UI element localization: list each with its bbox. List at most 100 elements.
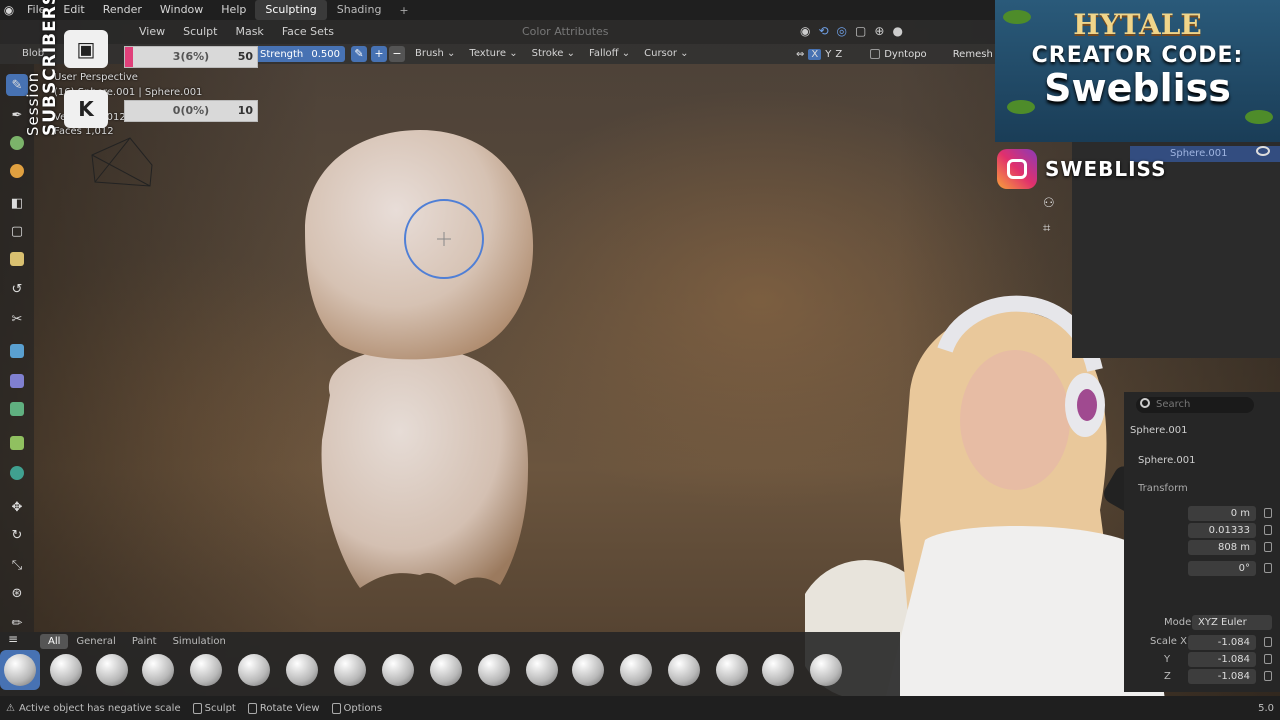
shelf-menu-icon[interactable]: ≡ xyxy=(8,632,18,646)
lock-icon[interactable] xyxy=(1264,654,1272,664)
menu-help[interactable]: Help xyxy=(212,0,255,20)
brush-thumbnail[interactable] xyxy=(378,650,418,690)
brush-thumbnail[interactable] xyxy=(664,650,704,690)
brush-thumbnail[interactable] xyxy=(186,650,226,690)
brush-thumbnail[interactable] xyxy=(234,650,274,690)
brush-thumbnail[interactable] xyxy=(806,650,846,690)
edit-face-set-tool-icon[interactable] xyxy=(6,432,28,454)
strength-label: Strength xyxy=(260,48,304,60)
brush-thumbnail[interactable] xyxy=(426,650,466,690)
menu-render[interactable]: Render xyxy=(94,0,151,20)
brush-thumbnail[interactable] xyxy=(616,650,656,690)
dyntopo-checkbox[interactable] xyxy=(870,49,881,59)
object-name-field[interactable]: Sphere.001 xyxy=(1130,425,1188,436)
camera-view-icon[interactable]: ⚇ xyxy=(1043,196,1055,211)
mesh-filter-tool-icon[interactable] xyxy=(6,340,28,362)
add-direction-button[interactable]: + xyxy=(371,46,387,62)
location-x-field[interactable]: 0 m xyxy=(1188,506,1256,521)
brush-thumbnail[interactable] xyxy=(712,650,752,690)
brush-thumbnail[interactable] xyxy=(92,650,132,690)
lock-icon[interactable] xyxy=(1264,563,1272,573)
camera-object-icon[interactable] xyxy=(91,137,153,187)
scale-z-field[interactable]: -1.084 xyxy=(1188,669,1256,684)
rotation-x-field[interactable]: 0° xyxy=(1188,561,1256,576)
brush-thumbnail[interactable] xyxy=(46,650,86,690)
location-y-field[interactable]: 0.01333 xyxy=(1188,523,1256,538)
brush-thumbnail[interactable] xyxy=(330,650,370,690)
cursor-menu[interactable]: Cursor ⌄ xyxy=(637,44,695,64)
stroke-menu[interactable]: Stroke ⌄ xyxy=(525,44,582,64)
gizmo-icon[interactable]: ⟲ xyxy=(818,24,828,38)
lock-icon[interactable] xyxy=(1264,671,1272,681)
trim-tool-icon[interactable]: ↺ xyxy=(6,278,28,300)
menu-view[interactable]: View xyxy=(130,20,174,44)
menu-sculpt[interactable]: Sculpt xyxy=(174,20,226,44)
sculpt-head[interactable] xyxy=(305,130,534,360)
rotation-mode-select[interactable]: XYZ Euler xyxy=(1192,615,1272,630)
scale-tool-icon[interactable]: ⤡ xyxy=(6,554,28,576)
tab-paint[interactable]: Paint xyxy=(124,634,165,649)
falloff-menu[interactable]: Falloff ⌄ xyxy=(582,44,637,64)
xray-icon[interactable]: ▢ xyxy=(855,24,866,38)
workspace-tab-shading[interactable]: Shading xyxy=(327,0,392,20)
blender-logo-icon[interactable]: ◉ xyxy=(0,3,18,17)
overlay-icon[interactable]: ◎ xyxy=(837,24,847,38)
brush-thumbnail[interactable] xyxy=(474,650,514,690)
brush-thumbnail[interactable] xyxy=(758,650,798,690)
workspace-tab-sculpting[interactable]: Sculpting xyxy=(255,0,327,20)
transform-header[interactable]: Transform xyxy=(1138,483,1188,494)
transform-tool-icon[interactable]: ⊛ xyxy=(6,582,28,604)
dyntopo-label[interactable]: Dyntopo xyxy=(884,49,926,60)
texture-menu[interactable]: Texture ⌄ xyxy=(462,44,524,64)
object-data-name[interactable]: Sphere.001 xyxy=(1138,455,1196,466)
menu-edit[interactable]: Edit xyxy=(54,0,93,20)
axis-x-toggle[interactable]: X xyxy=(808,48,822,60)
axis-y-toggle[interactable]: Y xyxy=(825,49,831,60)
brush-menu[interactable]: Brush ⌄ xyxy=(408,44,462,64)
outliner-eye-icon[interactable] xyxy=(1256,146,1270,156)
move-tool-icon[interactable]: ✥ xyxy=(6,496,28,518)
visibility-icon[interactable]: ◉ xyxy=(800,24,810,38)
add-workspace-icon[interactable]: + xyxy=(391,4,416,17)
scale-x-field[interactable]: -1.084 xyxy=(1188,635,1256,650)
annotate-tool-icon[interactable]: ✏ xyxy=(6,612,28,634)
line-project-tool-icon[interactable]: ✂ xyxy=(6,308,28,330)
brush-blob-thumbnail[interactable] xyxy=(0,650,40,690)
perspective-toggle-icon[interactable]: ⌗ xyxy=(1043,221,1055,236)
wireframe-shading-icon[interactable]: ⊕ xyxy=(874,24,884,38)
layer-tool-icon[interactable] xyxy=(6,160,28,182)
sculpt-body[interactable] xyxy=(321,347,529,588)
mask-tool-icon[interactable]: ◧ xyxy=(6,192,28,214)
brush-thumbnail[interactable] xyxy=(282,650,322,690)
remesh-label[interactable]: Remesh xyxy=(953,49,993,60)
tab-general[interactable]: General xyxy=(68,634,123,649)
scale-y-field[interactable]: -1.084 xyxy=(1188,652,1256,667)
pen-pressure-icon[interactable]: ✎ xyxy=(351,46,367,62)
lock-icon[interactable] xyxy=(1264,542,1272,552)
box-mask-tool-icon[interactable]: ▢ xyxy=(6,220,28,242)
color-filter-tool-icon[interactable] xyxy=(6,398,28,420)
subtract-direction-button[interactable]: − xyxy=(389,46,405,62)
cloth-filter-tool-icon[interactable] xyxy=(6,370,28,392)
strength-slider[interactable]: Strength 0.500 xyxy=(255,46,345,62)
properties-search-input[interactable]: Search xyxy=(1136,397,1254,413)
axis-z-toggle[interactable]: Z xyxy=(835,49,842,60)
menu-window[interactable]: Window xyxy=(151,0,212,20)
lock-icon[interactable] xyxy=(1264,637,1272,647)
lock-icon[interactable] xyxy=(1264,508,1272,518)
menu-face-sets[interactable]: Face Sets xyxy=(273,20,343,44)
brush-thumbnail[interactable] xyxy=(568,650,608,690)
brush-thumbnail[interactable] xyxy=(522,650,562,690)
solid-shading-icon[interactable]: ● xyxy=(892,24,902,38)
face-set-tool-icon[interactable] xyxy=(6,248,28,270)
rotate-tool-icon[interactable]: ↻ xyxy=(6,524,28,546)
lock-icon[interactable] xyxy=(1264,525,1272,535)
leaf-decoration xyxy=(1245,110,1273,124)
location-z-field[interactable]: 808 m xyxy=(1188,540,1256,555)
brush-thumbnail[interactable] xyxy=(138,650,178,690)
color-attributes-dropdown[interactable]: Color Attributes xyxy=(513,20,618,44)
mask-by-color-tool-icon[interactable] xyxy=(6,462,28,484)
tab-simulation[interactable]: Simulation xyxy=(165,634,234,649)
menu-mask[interactable]: Mask xyxy=(226,20,272,44)
tab-all[interactable]: All xyxy=(40,634,69,649)
